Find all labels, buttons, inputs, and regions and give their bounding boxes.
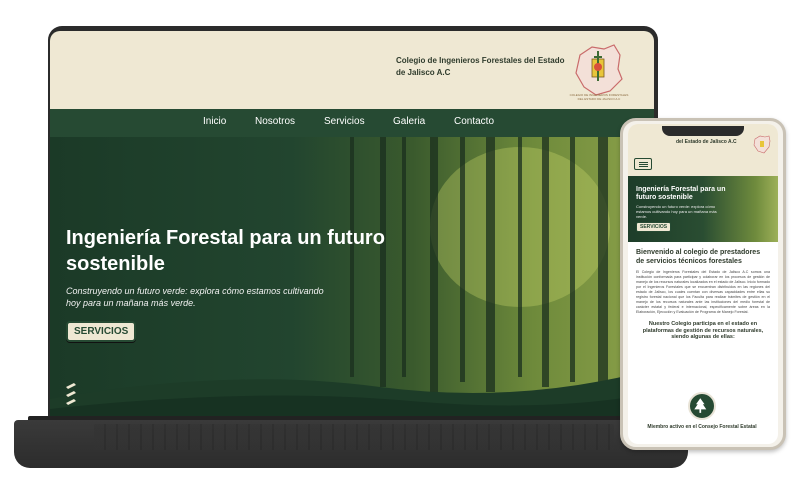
hero-section: Ingeniería Forestal para un futuro soste… xyxy=(50,137,654,419)
laptop-keyboard xyxy=(94,424,614,450)
site-org-name: Colegio de Ingenieros Forestales del Est… xyxy=(396,56,565,77)
platforms-heading: Nuestro Colegio participa en el estado e… xyxy=(642,321,764,340)
phone-notch xyxy=(662,126,744,136)
servicios-button[interactable]: SERVICIOS xyxy=(66,321,137,342)
hero-title: Ingeniería Forestal para un futuro soste… xyxy=(66,227,385,275)
mobile-hero-subtitle: Construyendo un futuro verde: explora có… xyxy=(636,204,717,219)
forest-background-image xyxy=(50,137,654,419)
nav-item-galeria[interactable]: Galeria xyxy=(393,116,425,127)
nav-item-servicios[interactable]: Servicios xyxy=(324,116,365,127)
nav-item-nosotros[interactable]: Nosotros xyxy=(255,116,295,127)
site-header: Colegio de Ingenieros Forestales del Est… xyxy=(50,31,654,109)
mobile-hero-title: Ingeniería Forestal para un futuro soste… xyxy=(636,186,726,201)
mobile-hero: Ingeniería Forestal para un futuro soste… xyxy=(628,176,778,242)
consejo-forestal-label: Miembro activo en el Consejo Forestal Es… xyxy=(647,424,757,430)
hamburger-menu-icon[interactable] xyxy=(634,158,652,170)
tree-icon xyxy=(688,392,716,420)
mobile-body: Bienvenido al colegio de prestadores de … xyxy=(636,248,770,341)
welcome-heading: Bienvenido al colegio de prestadores de … xyxy=(636,249,761,265)
mobile-logo-icon[interactable] xyxy=(752,134,772,156)
layers-icon xyxy=(66,383,76,405)
main-nav: Inicio Nosotros Servicios Galeria Contac… xyxy=(50,109,654,137)
mobile-header-title: del Estado de Jalisco A.C xyxy=(676,139,737,145)
logo-caption: COLEGIO DE INGENIEROS FORESTALES DEL EST… xyxy=(569,93,629,101)
mobile-servicios-button[interactable]: SERVICIOS xyxy=(636,222,672,232)
laptop-screen: Colegio de Ingenieros Forestales del Est… xyxy=(50,31,654,419)
hero-subtitle: Construyendo un futuro verde: explora có… xyxy=(66,286,324,308)
about-paragraph: El Colegio de Ingenieros Forestales del … xyxy=(636,270,770,314)
nav-item-inicio[interactable]: Inicio xyxy=(203,116,226,127)
jalisco-map-logo[interactable] xyxy=(570,41,626,101)
nav-item-contacto[interactable]: Contacto xyxy=(454,116,494,127)
